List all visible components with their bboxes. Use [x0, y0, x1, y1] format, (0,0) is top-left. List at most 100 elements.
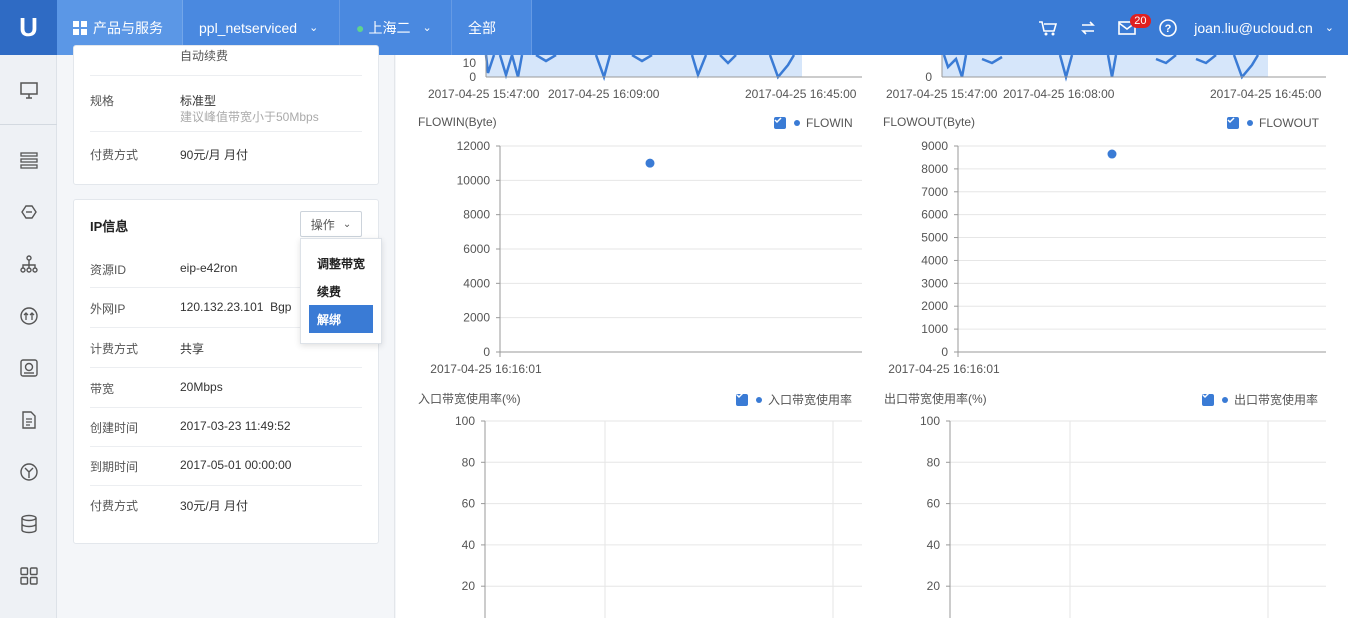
row-label: 带宽 — [90, 382, 115, 396]
list-icon — [19, 152, 38, 169]
y-tick-label: 3000 — [921, 276, 948, 290]
mail-icon[interactable]: 20 — [1108, 0, 1151, 55]
row-label: 资源ID — [90, 263, 127, 277]
scope-label: 全部 — [468, 19, 496, 36]
row-value: 2017-05-01 00:00:00 — [180, 458, 292, 472]
legend-outbound-usage[interactable]: 出口带宽使用率 — [1202, 391, 1318, 408]
grid-icon — [73, 20, 87, 35]
row-value: 标准型 — [180, 94, 217, 108]
detail-row: 付费方式 30元/月 月付 — [90, 486, 362, 526]
location-pin-icon: ● — [356, 19, 365, 36]
transfer-icon[interactable] — [1068, 0, 1108, 55]
detail-row: 带宽 20Mbps — [90, 368, 362, 408]
y-tick-label: 60 — [927, 497, 941, 511]
sidebar-item-network[interactable] — [0, 244, 57, 284]
user-menu[interactable]: joan.liu@ucloud.cn ⌄ — [1188, 20, 1348, 36]
row-value: 120.132.23.101 Bgp — [180, 300, 292, 314]
y-tick-label: 8000 — [463, 208, 490, 222]
y-tick-label: 4000 — [463, 276, 490, 290]
sidebar-item-storage[interactable] — [0, 348, 57, 388]
checkbox-checked-icon[interactable] — [1202, 392, 1214, 406]
y-tick-label: 40 — [927, 538, 941, 552]
data-point — [645, 158, 655, 168]
y-tick-label: 0 — [925, 70, 932, 84]
sidebar-item-list[interactable] — [0, 140, 57, 180]
legend-label: FLOWIN — [806, 116, 853, 130]
y-tick-label: 9000 — [921, 139, 948, 153]
y-tick-label: 1000 — [921, 322, 948, 336]
cart-icon[interactable] — [1028, 0, 1068, 55]
legend-label: FLOWOUT — [1259, 116, 1319, 130]
y-tick-label: 80 — [927, 455, 941, 469]
scope-selector[interactable]: 全部 — [452, 0, 532, 55]
row-label: 付费方式 — [90, 499, 139, 513]
upload-circle-icon — [19, 307, 38, 325]
y-tick-label: 100 — [455, 414, 475, 428]
sidebar-item-monitor[interactable] — [0, 70, 57, 110]
chevron-down-icon: ⌄ — [1324, 22, 1334, 34]
fork-icon — [19, 463, 38, 481]
legend-label: 出口带宽使用率 — [1234, 393, 1319, 407]
help-icon[interactable]: ? — [1148, 0, 1188, 55]
checkbox-checked-icon[interactable] — [774, 117, 786, 129]
sidebar-item-eip[interactable] — [0, 296, 57, 336]
y-tick-label: 40 — [462, 538, 476, 552]
chevron-down-icon: ⌄ — [309, 22, 319, 34]
menu-item-unbind[interactable]: 解绑 — [309, 305, 373, 333]
chart-title-inbound-usage: 入口带宽使用率(%) — [418, 392, 521, 406]
x-tick-label: 2017-04-25 15:47:00 — [428, 87, 540, 101]
svg-text:?: ? — [1165, 23, 1172, 35]
products-label: 产品与服务 — [93, 19, 163, 36]
region-label: 上海二 — [368, 19, 411, 36]
row-label: 付费方式 — [90, 148, 139, 162]
legend-inbound-usage[interactable]: 入口带宽使用率 — [736, 391, 852, 408]
ucloud-logo[interactable]: U — [0, 0, 57, 55]
chart-title-outbound-usage: 出口带宽使用率(%) — [884, 392, 987, 406]
menu-item-renew[interactable]: 续费 — [309, 277, 373, 305]
y-tick-label: 0 — [469, 70, 476, 84]
sidebar-divider — [0, 124, 57, 125]
card-title: IP信息 — [90, 219, 129, 234]
row-label: 计费方式 — [90, 342, 139, 356]
checkbox-checked-icon[interactable] — [736, 392, 748, 406]
y-tick-label: 100 — [920, 414, 940, 428]
monitor-icon — [19, 82, 38, 99]
x-tick-label: 2017-04-25 16:45:00 — [745, 87, 857, 101]
cloud-icon — [20, 205, 37, 219]
row-label: 创建时间 — [90, 421, 139, 435]
legend-flowin[interactable]: FLOWIN — [774, 116, 853, 130]
row-value: eip-e42ron — [180, 261, 238, 275]
row-value: 30元/月 月付 — [180, 499, 249, 513]
legend-flowout[interactable]: FLOWOUT — [1227, 116, 1319, 130]
x-tick-label: 2017-04-25 16:16:01 — [430, 362, 542, 376]
row-label: 外网IP — [90, 302, 126, 316]
operation-dropdown-button[interactable]: 操作 ⌄ — [300, 211, 362, 237]
sidebar-item-document[interactable] — [0, 400, 57, 440]
y-tick-label: 6000 — [921, 208, 948, 222]
partial-row: 自动续费 — [90, 46, 362, 76]
sidebar — [0, 55, 57, 618]
operation-dropdown-menu: 调整带宽 续费 解绑 — [300, 238, 382, 344]
y-tick-label: 7000 — [921, 185, 948, 199]
series-dot-icon — [1222, 396, 1228, 403]
project-label: ppl_netserviced — [199, 19, 298, 36]
checkbox-checked-icon[interactable] — [1227, 117, 1239, 129]
x-tick-label: 2017-04-25 15:47:00 — [886, 87, 998, 101]
y-tick-label: 80 — [462, 455, 476, 469]
sidebar-item-apps[interactable] — [0, 556, 57, 596]
sidebar-item-database[interactable] — [0, 504, 57, 544]
chevron-down-icon: ⌄ — [422, 22, 432, 34]
menu-item-adjust-bandwidth[interactable]: 调整带宽 — [309, 249, 373, 277]
legend-label: 入口带宽使用率 — [768, 393, 853, 407]
disk-icon — [19, 359, 38, 377]
y-tick-label: 2000 — [921, 299, 948, 313]
y-tick-label: 2000 — [463, 311, 490, 325]
area-fill — [942, 55, 1268, 77]
detail-row: 规格 标准型 建议峰值带宽小于50Mbps — [90, 76, 362, 132]
sidebar-item-fork[interactable] — [0, 452, 57, 492]
detail-row: 到期时间 2017-05-01 00:00:00 — [90, 447, 362, 486]
x-tick-label: 2017-04-25 16:08:00 — [1003, 87, 1115, 101]
data-point — [1107, 149, 1117, 159]
sidebar-item-cloud[interactable] — [0, 192, 57, 232]
y-tick-label: 60 — [462, 497, 476, 511]
